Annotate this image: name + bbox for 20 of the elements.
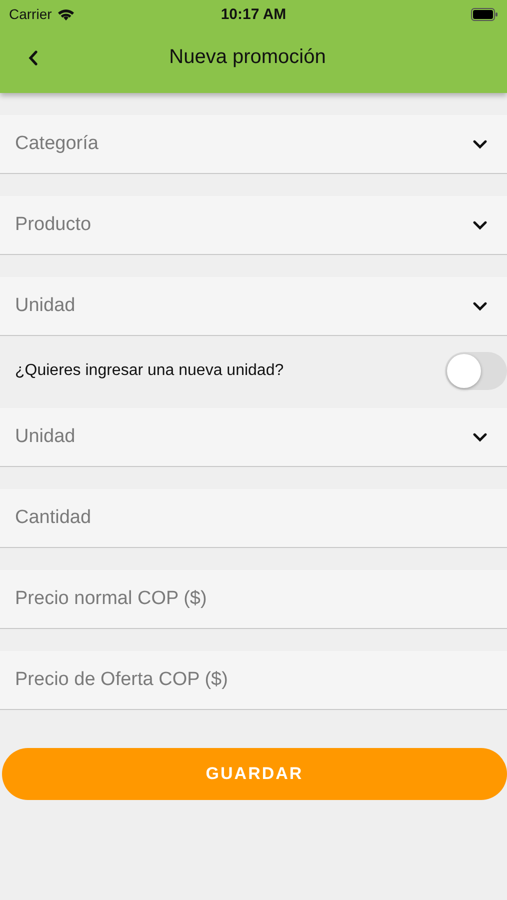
input-field[interactable]: Precio de Oferta COP ($) [0, 651, 507, 710]
battery-icon [471, 8, 498, 20]
toggle-label: ¿Quieres ingresar una nueva unidad? [15, 362, 285, 380]
back-chevron-icon [28, 50, 38, 66]
dropdown-field[interactable]: Categoría [0, 115, 507, 174]
chevron-down-icon [473, 302, 487, 310]
chevron-down-icon [473, 140, 487, 148]
carrier-label: Carrier [9, 6, 52, 22]
screen-title: Nueva promoción [168, 46, 327, 69]
dropdown-field[interactable]: Unidad [0, 408, 507, 467]
dropdown-field[interactable]: Producto [0, 196, 507, 255]
status-time: 10:17 AM [220, 6, 286, 22]
save-button[interactable]: GUARDAR [2, 748, 507, 800]
input-field[interactable]: Cantidad [0, 489, 507, 548]
toggle-switch[interactable] [445, 352, 507, 390]
dropdown-field[interactable]: Unidad [0, 277, 507, 336]
wifi-icon [56, 8, 75, 20]
chevron-down-icon [473, 432, 487, 442]
input-field[interactable]: Precio normal COP ($) [0, 570, 507, 629]
chevron-down-icon [473, 220, 487, 230]
